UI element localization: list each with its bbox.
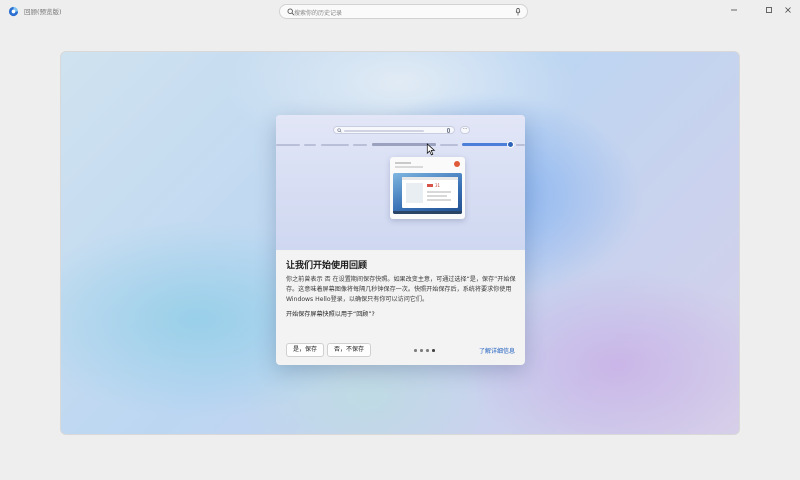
snapshot-preview-card: 31 — [390, 157, 465, 219]
recall-app-icon — [8, 6, 19, 17]
thumbnail-text-row — [427, 195, 447, 197]
maximize-button[interactable] — [761, 3, 777, 17]
timeline-segment — [304, 144, 316, 146]
search-icon — [337, 128, 342, 133]
page-dot — [426, 349, 429, 352]
microphone-icon — [447, 128, 450, 133]
microphone-icon[interactable] — [515, 8, 521, 16]
timeline-segment — [353, 144, 367, 146]
timeline-active-segment — [462, 143, 510, 146]
minimize-button[interactable] — [726, 3, 742, 17]
dialog-description: 你之前曾表示 否 在设置期间保存快照。如果改变主意，可通过选择“是，保存”开始保… — [286, 276, 516, 303]
thumbnail-text-row — [427, 199, 451, 201]
minimize-icon — [731, 9, 737, 11]
page-indicator — [414, 349, 436, 352]
thumbnail-number: 31 — [435, 183, 441, 188]
onboarding-dialog: ··· 31 让我们开始使用回顾 你之前曾表示 否 在设置期间保存快照。如果改变… — [276, 115, 525, 365]
thumbnail-text-row — [427, 191, 451, 193]
maximize-icon — [766, 7, 772, 13]
illustration-timeline — [276, 141, 525, 148]
preview-subtitle-line — [395, 166, 423, 168]
timeline-segment — [440, 144, 458, 146]
learn-more-link[interactable]: 了解详细信息 — [479, 346, 515, 355]
illustration-search-text — [344, 130, 424, 132]
yes-save-button[interactable]: 是，保存 — [286, 343, 325, 357]
mouse-cursor-icon — [426, 143, 436, 156]
title-bar: 回顾(预览版) 搜索你的历史记录 — [0, 0, 800, 24]
search-placeholder: 搜索你的历史记录 — [294, 10, 343, 17]
close-button[interactable] — [780, 3, 796, 17]
no-save-button[interactable]: 否，不保存 — [327, 343, 372, 357]
thumbnail-taskbar — [393, 211, 462, 214]
page-dot-active — [432, 349, 435, 352]
more-icon: ··· — [460, 126, 470, 134]
thumbnail-accent — [427, 184, 433, 187]
thumbnail-window-bar — [402, 177, 458, 180]
app-badge-icon — [454, 161, 460, 167]
thumbnail-window: 31 — [402, 177, 458, 208]
timeline-segment — [321, 144, 349, 146]
illustration-search-bar — [333, 126, 455, 134]
timeline-segment — [516, 144, 525, 146]
hero-illustration: ··· 31 — [276, 115, 525, 250]
page-dot — [414, 349, 417, 352]
page-dot — [420, 349, 423, 352]
dialog-heading: 让我们开始使用回顾 — [286, 261, 368, 271]
snapshot-thumbnail: 31 — [393, 173, 462, 214]
timeline-knob — [507, 141, 514, 148]
close-icon — [785, 7, 791, 13]
app-title: 回顾(预览版) — [24, 8, 62, 16]
dialog-question: 开始保存屏幕快照以用于“回顾”? — [286, 311, 375, 318]
timeline-segment — [276, 144, 300, 146]
search-input[interactable]: 搜索你的历史记录 — [279, 4, 528, 19]
preview-title-line — [395, 162, 411, 164]
thumbnail-image — [406, 183, 423, 203]
